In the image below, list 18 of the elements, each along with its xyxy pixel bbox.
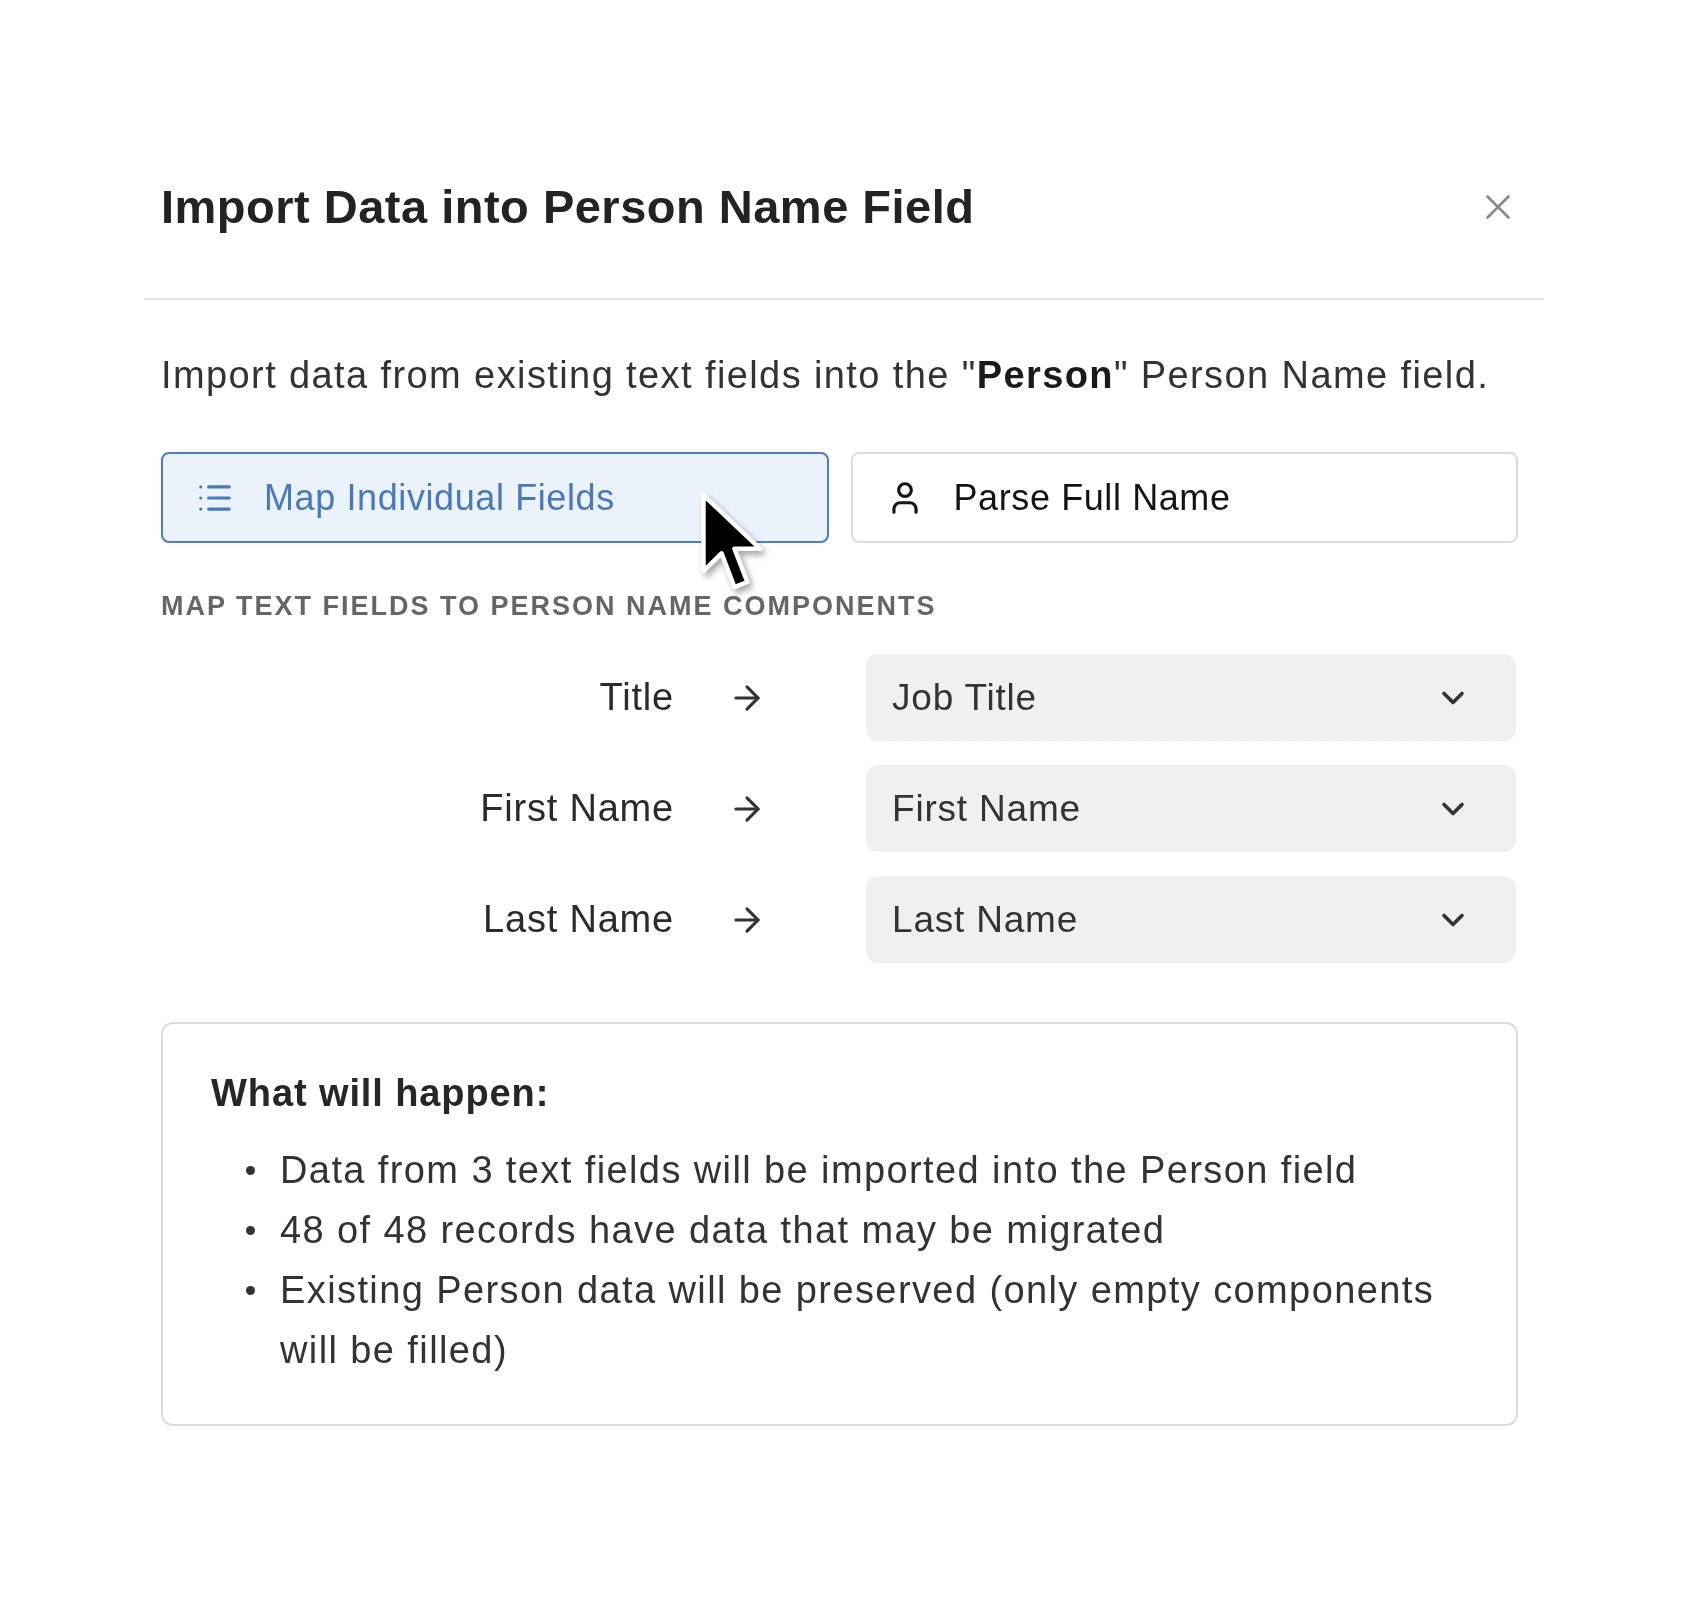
- component-label: Last Name: [482, 898, 674, 941]
- summary-item: Existing Person data will be preserved (only empty components will be filled): [280, 1268, 1436, 1373]
- mode-button[interactable]: Map Individual Fields: [161, 452, 829, 543]
- component-label: First Name: [479, 787, 674, 830]
- field-dropdown[interactable]: Job Title: [866, 654, 1516, 741]
- dialog-title: Import Data into Person Name Field: [161, 180, 975, 234]
- summary-item: Data from 3 text fields will be imported into the Person field: [280, 1148, 1358, 1193]
- component-label: Title: [598, 676, 674, 719]
- section-label: MAP TEXT FIELDS TO PERSON NAME COMPONENTS: [161, 590, 938, 623]
- summary-heading: What will happen:: [211, 1071, 551, 1116]
- mode-button[interactable]: Parse Full Name: [850, 452, 1518, 543]
- field-dropdown[interactable]: First Name: [866, 765, 1516, 852]
- bullet-icon: [246, 1226, 255, 1235]
- description-text: Import data from existing text fields into the "Person" Person Name field.: [161, 353, 1491, 398]
- bullet-icon: [246, 1166, 255, 1175]
- summary-item: 48 of 48 records have data that may be migrated: [280, 1208, 1166, 1253]
- bullet-icon: [246, 1286, 255, 1295]
- field-dropdown[interactable]: Last Name: [866, 876, 1516, 963]
